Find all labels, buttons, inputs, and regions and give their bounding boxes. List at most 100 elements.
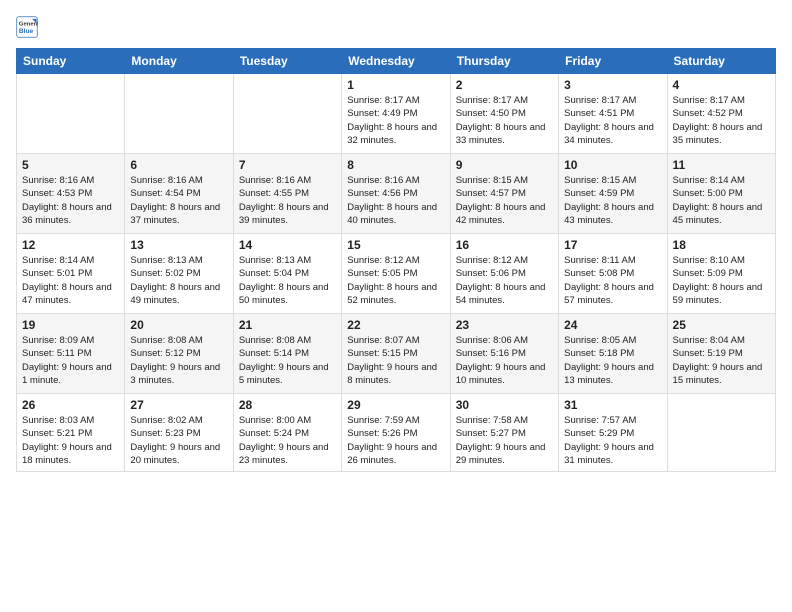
day-number: 26 [22, 398, 119, 412]
calendar-cell: 8 Sunrise: 8:16 AM Sunset: 4:56 PM Daylig… [342, 154, 450, 234]
day-number: 25 [673, 318, 770, 332]
calendar-cell: 30 Sunrise: 7:58 AM Sunset: 5:27 PM Dayli… [450, 394, 558, 472]
day-number: 7 [239, 158, 336, 172]
calendar-day-header: Sunday [17, 49, 125, 74]
day-info: Sunrise: 8:10 AM Sunset: 5:09 PM Dayligh… [673, 255, 763, 306]
calendar-cell: 15 Sunrise: 8:12 AM Sunset: 5:05 PM Dayli… [342, 234, 450, 314]
day-number: 4 [673, 78, 770, 92]
calendar-cell: 13 Sunrise: 8:13 AM Sunset: 5:02 PM Dayli… [125, 234, 233, 314]
calendar-cell: 9 Sunrise: 8:15 AM Sunset: 4:57 PM Daylig… [450, 154, 558, 234]
calendar-day-header: Saturday [667, 49, 775, 74]
day-info: Sunrise: 8:15 AM Sunset: 4:59 PM Dayligh… [564, 175, 654, 226]
calendar-cell: 25 Sunrise: 8:04 AM Sunset: 5:19 PM Dayli… [667, 314, 775, 394]
day-info: Sunrise: 8:16 AM Sunset: 4:56 PM Dayligh… [347, 175, 437, 226]
day-number: 1 [347, 78, 444, 92]
svg-text:Blue: Blue [19, 28, 34, 35]
day-number: 21 [239, 318, 336, 332]
calendar-cell: 21 Sunrise: 8:08 AM Sunset: 5:14 PM Dayli… [233, 314, 341, 394]
calendar-table: SundayMondayTuesdayWednesdayThursdayFrid… [16, 48, 776, 472]
calendar-header-row: SundayMondayTuesdayWednesdayThursdayFrid… [17, 49, 776, 74]
calendar-cell: 29 Sunrise: 7:59 AM Sunset: 5:26 PM Dayli… [342, 394, 450, 472]
calendar-cell [233, 74, 341, 154]
calendar-cell: 5 Sunrise: 8:16 AM Sunset: 4:53 PM Daylig… [17, 154, 125, 234]
day-info: Sunrise: 8:13 AM Sunset: 5:02 PM Dayligh… [130, 255, 220, 306]
calendar-cell: 10 Sunrise: 8:15 AM Sunset: 4:59 PM Dayli… [559, 154, 667, 234]
day-info: Sunrise: 8:14 AM Sunset: 5:01 PM Dayligh… [22, 255, 112, 306]
calendar-cell: 19 Sunrise: 8:09 AM Sunset: 5:11 PM Dayli… [17, 314, 125, 394]
calendar-day-header: Thursday [450, 49, 558, 74]
day-number: 5 [22, 158, 119, 172]
day-number: 30 [456, 398, 553, 412]
calendar-day-header: Wednesday [342, 49, 450, 74]
day-info: Sunrise: 7:58 AM Sunset: 5:27 PM Dayligh… [456, 415, 546, 466]
day-number: 22 [347, 318, 444, 332]
day-number: 27 [130, 398, 227, 412]
day-number: 16 [456, 238, 553, 252]
logo: General Blue [16, 16, 42, 38]
day-number: 10 [564, 158, 661, 172]
day-number: 12 [22, 238, 119, 252]
day-info: Sunrise: 8:17 AM Sunset: 4:52 PM Dayligh… [673, 95, 763, 146]
day-info: Sunrise: 8:16 AM Sunset: 4:53 PM Dayligh… [22, 175, 112, 226]
day-info: Sunrise: 7:59 AM Sunset: 5:26 PM Dayligh… [347, 415, 437, 466]
day-number: 8 [347, 158, 444, 172]
calendar-cell [125, 74, 233, 154]
day-info: Sunrise: 8:00 AM Sunset: 5:24 PM Dayligh… [239, 415, 329, 466]
calendar-cell [667, 394, 775, 472]
calendar-cell: 2 Sunrise: 8:17 AM Sunset: 4:50 PM Daylig… [450, 74, 558, 154]
calendar-cell: 20 Sunrise: 8:08 AM Sunset: 5:12 PM Dayli… [125, 314, 233, 394]
day-number: 18 [673, 238, 770, 252]
calendar-cell: 24Sunrise: 8:05 AM Sunset: 5:18 PM Dayli… [559, 314, 667, 394]
calendar-day-header: Friday [559, 49, 667, 74]
calendar-cell: 23Sunrise: 8:06 AM Sunset: 5:16 PM Dayli… [450, 314, 558, 394]
day-number: 9 [456, 158, 553, 172]
calendar-cell [17, 74, 125, 154]
calendar-cell: 18 Sunrise: 8:10 AM Sunset: 5:09 PM Dayli… [667, 234, 775, 314]
calendar-cell: 3Sunrise: 8:17 AM Sunset: 4:51 PM Daylig… [559, 74, 667, 154]
calendar-cell: 26 Sunrise: 8:03 AM Sunset: 5:21 PM Dayli… [17, 394, 125, 472]
day-info: Sunrise: 8:14 AM Sunset: 5:00 PM Dayligh… [673, 175, 763, 226]
calendar-cell: 28 Sunrise: 8:00 AM Sunset: 5:24 PM Dayli… [233, 394, 341, 472]
calendar-cell: 27Sunrise: 8:02 AM Sunset: 5:23 PM Dayli… [125, 394, 233, 472]
day-info: Sunrise: 8:09 AM Sunset: 5:11 PM Dayligh… [22, 335, 112, 386]
day-number: 6 [130, 158, 227, 172]
calendar-day-header: Monday [125, 49, 233, 74]
day-info: Sunrise: 8:06 AM Sunset: 5:16 PM Dayligh… [456, 335, 546, 386]
calendar-cell: 6Sunrise: 8:16 AM Sunset: 4:54 PM Daylig… [125, 154, 233, 234]
day-info: Sunrise: 8:17 AM Sunset: 4:49 PM Dayligh… [347, 95, 437, 146]
day-info: Sunrise: 8:17 AM Sunset: 4:50 PM Dayligh… [456, 95, 546, 146]
day-info: Sunrise: 8:07 AM Sunset: 5:15 PM Dayligh… [347, 335, 437, 386]
day-info: Sunrise: 8:05 AM Sunset: 5:18 PM Dayligh… [564, 335, 654, 386]
day-info: Sunrise: 8:12 AM Sunset: 5:05 PM Dayligh… [347, 255, 437, 306]
day-info: Sunrise: 8:11 AM Sunset: 5:08 PM Dayligh… [564, 255, 654, 306]
calendar-cell: 31Sunrise: 7:57 AM Sunset: 5:29 PM Dayli… [559, 394, 667, 472]
calendar-cell: 22 Sunrise: 8:07 AM Sunset: 5:15 PM Dayli… [342, 314, 450, 394]
calendar-day-header: Tuesday [233, 49, 341, 74]
day-number: 17 [564, 238, 661, 252]
day-number: 2 [456, 78, 553, 92]
day-info: Sunrise: 8:15 AM Sunset: 4:57 PM Dayligh… [456, 175, 546, 226]
day-info: Sunrise: 8:08 AM Sunset: 5:12 PM Dayligh… [130, 335, 220, 386]
calendar-cell: 14Sunrise: 8:13 AM Sunset: 5:04 PM Dayli… [233, 234, 341, 314]
day-number: 28 [239, 398, 336, 412]
day-number: 3 [564, 78, 661, 92]
day-info: Sunrise: 8:04 AM Sunset: 5:19 PM Dayligh… [673, 335, 763, 386]
calendar-cell: 7Sunrise: 8:16 AM Sunset: 4:55 PM Daylig… [233, 154, 341, 234]
day-number: 13 [130, 238, 227, 252]
day-number: 19 [22, 318, 119, 332]
calendar-cell: 4 Sunrise: 8:17 AM Sunset: 4:52 PM Daylig… [667, 74, 775, 154]
calendar-cell: 16 Sunrise: 8:12 AM Sunset: 5:06 PM Dayli… [450, 234, 558, 314]
day-info: Sunrise: 8:08 AM Sunset: 5:14 PM Dayligh… [239, 335, 329, 386]
day-number: 14 [239, 238, 336, 252]
day-number: 20 [130, 318, 227, 332]
day-info: Sunrise: 8:12 AM Sunset: 5:06 PM Dayligh… [456, 255, 546, 306]
svg-text:General: General [19, 22, 38, 28]
calendar-cell: 11 Sunrise: 8:14 AM Sunset: 5:00 PM Dayli… [667, 154, 775, 234]
day-number: 29 [347, 398, 444, 412]
day-info: Sunrise: 8:03 AM Sunset: 5:21 PM Dayligh… [22, 415, 112, 466]
calendar-cell: 1 Sunrise: 8:17 AM Sunset: 4:49 PM Daylig… [342, 74, 450, 154]
page-header: General Blue [16, 16, 776, 38]
calendar-cell: 17 Sunrise: 8:11 AM Sunset: 5:08 PM Dayli… [559, 234, 667, 314]
day-number: 11 [673, 158, 770, 172]
day-number: 15 [347, 238, 444, 252]
